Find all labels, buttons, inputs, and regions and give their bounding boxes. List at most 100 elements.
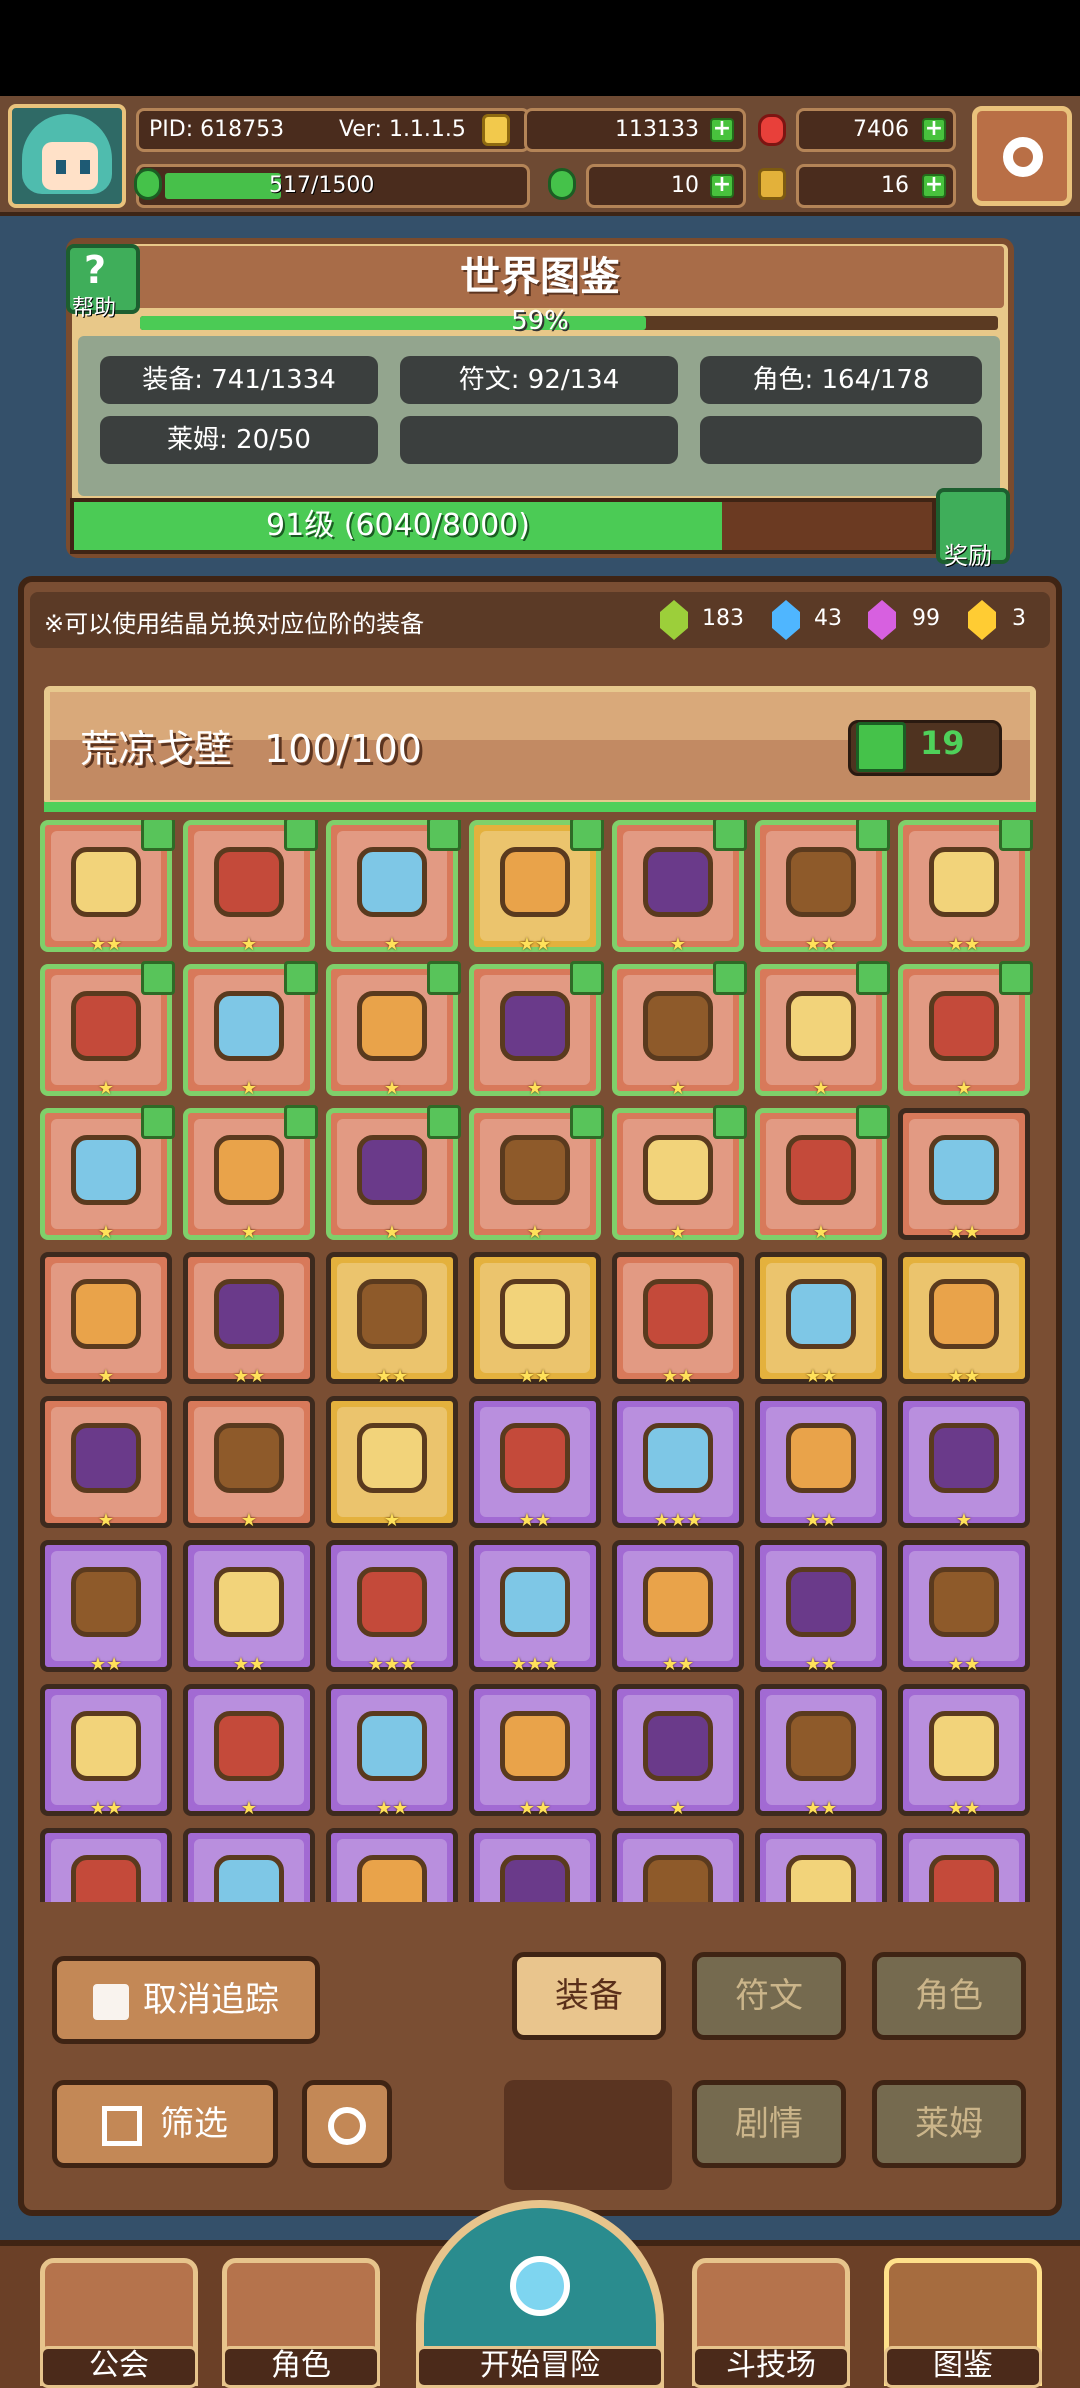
equipment-slot[interactable]: ★	[612, 961, 747, 1099]
bow-armor-icon	[929, 847, 999, 917]
arrow-icon	[643, 1279, 713, 1349]
equipment-slot[interactable]: ★★	[326, 1252, 458, 1387]
equipment-slot[interactable]: ★★	[183, 1540, 315, 1675]
ring-icon	[357, 847, 427, 917]
add-gems-button[interactable]: +	[922, 118, 946, 142]
equipment-slot[interactable]: ★★	[755, 1252, 887, 1387]
tab-characters-label: 角色	[915, 1976, 983, 2016]
equipment-slot[interactable]: ★★	[898, 820, 1033, 955]
tracked-thumb-icon	[284, 1105, 318, 1139]
tab-equipment[interactable]: 装备	[512, 1952, 666, 2040]
stat-equipment: 装备: 741/1334	[100, 356, 378, 404]
tab-slime[interactable]: 莱姆	[872, 2080, 1026, 2168]
equipment-slot[interactable]: ★	[326, 961, 461, 1099]
equipment-slot[interactable]: ★★	[898, 1252, 1030, 1387]
tab-story[interactable]: 剧情	[692, 2080, 846, 2168]
help-label: 帮助	[72, 296, 117, 321]
tracked-thumb-icon	[284, 820, 318, 851]
equipment-slot[interactable]	[755, 1828, 887, 1902]
star-rating: ★	[97, 1222, 115, 1243]
tracked-thumb-icon	[856, 961, 890, 995]
star-rating: ★★	[947, 1366, 981, 1387]
equipment-slot[interactable]: ★	[898, 1396, 1030, 1531]
star-rating: ★	[955, 1078, 973, 1099]
equipment-slot[interactable]: ★★	[40, 820, 175, 955]
equipment-slot[interactable]: ★★	[469, 1684, 601, 1819]
equipment-slot[interactable]: ★★	[612, 1252, 744, 1387]
equipment-slot[interactable]	[183, 1828, 315, 1902]
equipment-slot[interactable]: ★	[898, 961, 1033, 1099]
equipment-slot[interactable]: ★	[40, 1252, 172, 1387]
ruby-brooch-icon	[929, 1855, 999, 1902]
add-keys-button[interactable]: +	[922, 174, 946, 198]
tab-runes[interactable]: 符文	[692, 1952, 846, 2040]
equipment-slot[interactable]: ★★	[755, 1396, 887, 1531]
equipment-slot[interactable]	[40, 1828, 172, 1902]
star-rating: ★	[97, 1078, 115, 1099]
equipment-slot[interactable]: ★★	[40, 1540, 172, 1675]
equipment-slot[interactable]: ★	[612, 1684, 744, 1819]
player-avatar[interactable]	[8, 104, 126, 208]
refresh-button[interactable]	[302, 2080, 392, 2168]
zone-divider	[44, 802, 1036, 812]
equipment-slot[interactable]: ★	[40, 1396, 172, 1531]
equipment-slot[interactable]: ★	[40, 961, 175, 1099]
equipment-slot[interactable]: ★	[183, 820, 318, 955]
tracked-thumb-icon	[427, 961, 461, 995]
energy-bar: 517/1500	[136, 164, 530, 208]
equipment-slot[interactable]: ★★	[898, 1540, 1030, 1675]
equipment-slot[interactable]: ★★	[183, 1252, 315, 1387]
equipment-slot[interactable]	[326, 1828, 458, 1902]
equipment-slot[interactable]: ★★	[612, 1540, 744, 1675]
equipment-slot[interactable]: ★	[755, 961, 890, 1099]
flower-gem-icon	[500, 1279, 570, 1349]
thumbs-up-icon	[856, 722, 906, 772]
untrack-button[interactable]: 取消追踪	[52, 1956, 320, 2044]
equipment-slot[interactable]: ★	[469, 1105, 604, 1243]
equipment-slot[interactable]: ★★	[469, 820, 604, 955]
nav-guild-label: 公会	[40, 2346, 198, 2388]
status-bar	[0, 0, 1080, 96]
add-clover-button[interactable]: +	[710, 174, 734, 198]
thumbs-up-icon	[93, 1983, 129, 2020]
filter-button[interactable]: 筛选	[52, 2080, 278, 2168]
equipment-slot[interactable]: ★★	[469, 1396, 601, 1531]
equipment-slot[interactable]	[898, 1828, 1030, 1902]
equipment-slot[interactable]	[469, 1828, 601, 1902]
equipment-slot[interactable]: ★	[183, 1684, 315, 1819]
equipment-slot[interactable]: ★	[755, 1105, 890, 1243]
gold-amount: 113133	[615, 117, 699, 142]
equipment-slot[interactable]: ★	[183, 1105, 318, 1243]
star-rating: ★	[669, 1222, 687, 1243]
equipment-slot[interactable]: ★★	[755, 1684, 887, 1819]
wreath-icon	[500, 1135, 570, 1205]
plate-armor-icon	[500, 1567, 570, 1637]
equipment-slot[interactable]: ★	[326, 1396, 458, 1531]
equipment-slot[interactable]: ★	[612, 1105, 747, 1243]
tracked-thumb-icon	[856, 820, 890, 851]
equipment-slot[interactable]: ★	[326, 820, 461, 955]
equipment-slot[interactable]	[612, 1828, 744, 1902]
equipment-slot[interactable]: ★	[612, 820, 747, 955]
equipment-slot[interactable]: ★★	[898, 1108, 1030, 1243]
equipment-slot[interactable]: ★★	[755, 820, 890, 955]
equipment-slot[interactable]: ★★	[326, 1684, 458, 1819]
add-gold-button[interactable]: +	[710, 118, 734, 142]
tracked-thumb-icon	[713, 820, 747, 851]
equipment-slot[interactable]: ★★	[898, 1684, 1030, 1819]
equipment-slot[interactable]: ★	[326, 1105, 461, 1243]
equipment-slot[interactable]: ★	[183, 961, 318, 1099]
equipment-slot[interactable]: ★★	[755, 1540, 887, 1675]
equipment-slot[interactable]: ★★★	[326, 1540, 458, 1675]
tab-characters[interactable]: 角色	[872, 1952, 1026, 2040]
equipment-slot[interactable]: ★★★	[469, 1540, 601, 1675]
gun-icon	[929, 1423, 999, 1493]
settings-button[interactable]	[972, 106, 1072, 206]
equipment-slot[interactable]: ★	[183, 1396, 315, 1531]
bracer-icon	[929, 991, 999, 1061]
equipment-slot[interactable]: ★★	[40, 1684, 172, 1819]
equipment-slot[interactable]: ★	[469, 961, 604, 1099]
equipment-slot[interactable]: ★	[40, 1105, 175, 1243]
equipment-slot[interactable]: ★★	[469, 1252, 601, 1387]
equipment-slot[interactable]: ★★★	[612, 1396, 744, 1531]
